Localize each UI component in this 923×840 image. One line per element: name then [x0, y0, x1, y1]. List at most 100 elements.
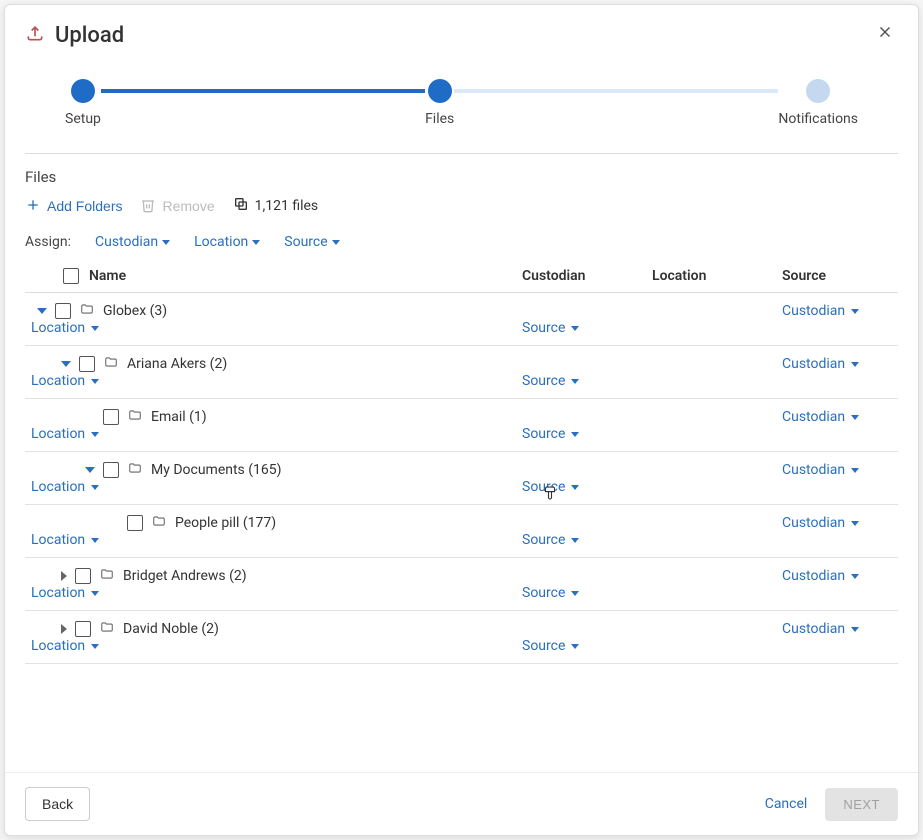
folder-name: David Noble (2)	[123, 621, 219, 637]
row-custodian-dropdown[interactable]: Custodian	[782, 462, 892, 478]
assign-row: Assign: Custodian Location Source	[25, 234, 898, 250]
next-button: NEXT	[825, 788, 898, 821]
dropdown-label: Location	[31, 638, 85, 654]
name-cell: Bridget Andrews (2)	[31, 567, 782, 585]
row-location-dropdown[interactable]: Location	[31, 638, 522, 654]
row-checkbox[interactable]	[75, 568, 91, 584]
assign-location-dropdown[interactable]: Location	[194, 234, 260, 250]
row-source-dropdown[interactable]: Source	[522, 479, 652, 495]
folder-name: Bridget Andrews (2)	[123, 568, 247, 584]
caret-down-icon	[571, 485, 579, 490]
row-location-dropdown[interactable]: Location	[31, 479, 522, 495]
name-cell: People pill (177)	[31, 514, 782, 532]
section-title: Files	[25, 168, 898, 186]
step-files[interactable]: Files	[425, 79, 454, 127]
row-custodian-dropdown[interactable]: Custodian	[782, 515, 892, 531]
plus-icon	[25, 197, 41, 216]
caret-down-icon	[91, 538, 99, 543]
row-checkbox[interactable]	[75, 621, 91, 637]
col-custodian: Custodian	[522, 268, 652, 284]
chevron-down-icon[interactable]	[37, 308, 47, 314]
caret-down-icon	[571, 538, 579, 543]
dropdown-label: Source	[522, 532, 565, 548]
folder-icon	[127, 408, 143, 426]
back-button[interactable]: Back	[25, 787, 90, 821]
table-row: Bridget Andrews (2) Custodian LocationSour…	[25, 558, 898, 611]
step-dot-icon	[71, 79, 95, 103]
caret-down-icon	[571, 326, 579, 331]
dropdown-label: Custodian	[782, 409, 845, 425]
row-checkbox[interactable]	[79, 356, 95, 372]
table-row: My Documents (165)CustodianLocationSourc…	[25, 452, 898, 505]
row-custodian-dropdown[interactable]: Custodian	[782, 568, 892, 584]
dropdown-label: Location	[31, 479, 85, 495]
chevron-down-icon[interactable]	[85, 467, 95, 473]
caret-down-icon	[571, 644, 579, 649]
caret-down-icon	[91, 591, 99, 596]
name-cell: Globex (3)	[31, 302, 782, 320]
dropdown-label: Source	[522, 479, 565, 495]
row-location-dropdown[interactable]: Location	[31, 585, 522, 601]
upload-icon	[25, 23, 45, 47]
name-cell: David Noble (2)	[31, 620, 782, 638]
row-checkbox[interactable]	[103, 462, 119, 478]
step-setup[interactable]: Setup	[65, 79, 101, 127]
stepper: Setup Files Notifications	[5, 61, 918, 137]
add-folders-button[interactable]: Add Folders	[25, 197, 122, 216]
folder-name: Ariana Akers (2)	[127, 356, 227, 372]
row-custodian-dropdown[interactable]: Custodian	[782, 303, 892, 319]
caret-down-icon	[332, 240, 340, 245]
dropdown-label: Location	[31, 426, 85, 442]
content: Files Add Folders Remove 1,121 files	[5, 154, 918, 772]
close-button[interactable]	[872, 19, 898, 51]
row-checkbox[interactable]	[127, 515, 143, 531]
chevron-right-icon[interactable]	[61, 571, 67, 581]
caret-down-icon	[91, 485, 99, 490]
caret-down-icon	[252, 240, 260, 245]
toolbar: Add Folders Remove 1,121 files	[25, 196, 898, 216]
row-location-dropdown[interactable]: Location	[31, 373, 522, 389]
row-source-dropdown[interactable]: Source	[522, 532, 652, 548]
assign-custodian-dropdown[interactable]: Custodian	[95, 234, 170, 250]
assign-source-dropdown[interactable]: Source	[284, 234, 339, 250]
row-source-dropdown[interactable]: Source	[522, 426, 652, 442]
table-row: David Noble (2) Custodian Location Source	[25, 611, 898, 664]
row-location-dropdown[interactable]: Location	[31, 426, 522, 442]
dropdown-label: Custodian	[782, 568, 845, 584]
dropdown-label: Custodian	[782, 356, 845, 372]
row-checkbox[interactable]	[55, 303, 71, 319]
row-custodian-dropdown[interactable]: Custodian	[782, 356, 892, 372]
chevron-right-icon[interactable]	[61, 624, 67, 634]
cancel-link[interactable]: Cancel	[765, 796, 808, 812]
col-name: Name	[89, 268, 522, 284]
dropdown-label: Location	[194, 234, 248, 250]
caret-down-icon	[851, 415, 859, 420]
row-source-dropdown[interactable]: Source	[522, 638, 652, 654]
row-source-dropdown[interactable]: Source	[522, 585, 652, 601]
footer-right: Cancel NEXT	[765, 788, 898, 821]
folder-icon	[99, 620, 115, 638]
row-source-dropdown[interactable]: Source	[522, 373, 652, 389]
caret-down-icon	[91, 326, 99, 331]
dropdown-label: Custodian	[782, 303, 845, 319]
folder-icon	[99, 567, 115, 585]
trash-icon	[140, 197, 156, 216]
chevron-down-icon[interactable]	[61, 361, 71, 367]
row-location-dropdown[interactable]: Location	[31, 320, 522, 336]
row-location-dropdown[interactable]: Location	[31, 532, 522, 548]
title-group: Upload	[25, 23, 124, 48]
dropdown-label: Source	[522, 373, 565, 389]
row-source-dropdown[interactable]: Source	[522, 320, 652, 336]
row-checkbox[interactable]	[103, 409, 119, 425]
dropdown-label: Location	[31, 320, 85, 336]
select-all-checkbox[interactable]	[63, 268, 79, 284]
caret-down-icon	[162, 240, 170, 245]
dropdown-label: Source	[522, 638, 565, 654]
step-notifications[interactable]: Notifications	[778, 79, 858, 127]
folder-name: People pill (177)	[175, 515, 276, 531]
folder-icon	[103, 355, 119, 373]
step-label: Setup	[65, 111, 101, 127]
row-custodian-dropdown[interactable]: Custodian	[782, 621, 892, 637]
row-custodian-dropdown[interactable]: Custodian	[782, 409, 892, 425]
table-header: Name Custodian Location Source	[25, 260, 898, 293]
